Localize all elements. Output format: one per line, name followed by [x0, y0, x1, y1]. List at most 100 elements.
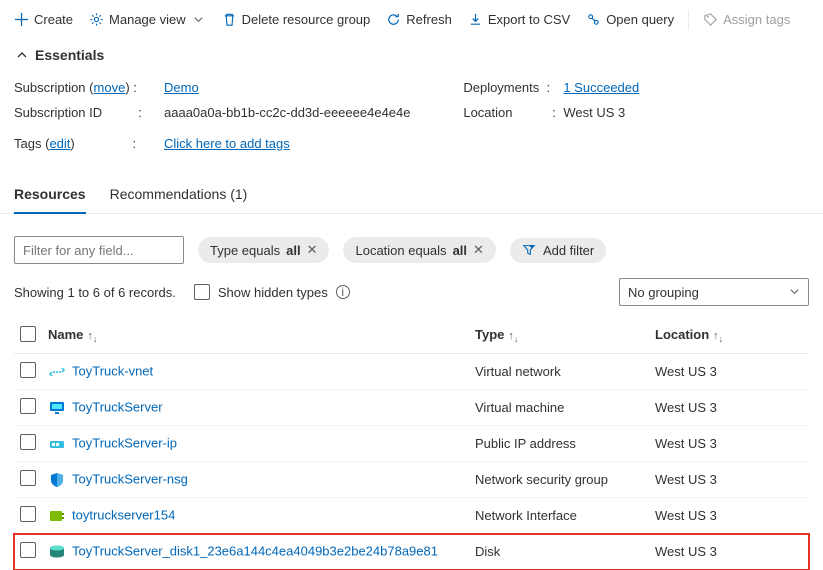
create-label: Create [34, 12, 73, 27]
command-bar: Create Manage view Delete resource group… [0, 0, 823, 39]
refresh-label: Refresh [406, 12, 452, 27]
row-checkbox[interactable] [20, 398, 36, 414]
open-query-button[interactable]: Open query [584, 8, 676, 31]
resource-location-cell: West US 3 [649, 534, 809, 570]
table-row: ToyTruckServer-ip Public IP addressWest U… [14, 426, 809, 462]
sort-icon: ↑↓ [87, 330, 97, 342]
resource-location-cell: West US 3 [649, 390, 809, 426]
open-query-label: Open query [606, 12, 674, 27]
resource-name-link[interactable]: ToyTruckServer [72, 399, 163, 414]
refresh-icon [386, 12, 401, 27]
subscription-move-link[interactable]: move [94, 80, 126, 95]
gear-icon [89, 12, 104, 27]
table-row: ToyTruckServer-nsg Network security group… [14, 462, 809, 498]
chevron-down-icon [191, 12, 206, 27]
trash-icon [222, 12, 237, 27]
resource-name-link[interactable]: toytruckserver154 [72, 507, 175, 522]
tag-icon [703, 12, 718, 27]
add-filter-button[interactable]: Add filter [510, 238, 606, 263]
resource-type-cell: Virtual network [469, 354, 649, 390]
filter-field-input[interactable] [14, 236, 184, 264]
location-label: Location [463, 105, 512, 120]
toolbar-separator [688, 10, 689, 30]
row-checkbox[interactable] [20, 506, 36, 522]
query-icon [586, 12, 601, 27]
filter-type-label: Type equals [210, 243, 280, 258]
filter-icon [522, 243, 537, 258]
resource-name-link[interactable]: ToyTruckServer_disk1_23e6a144c4ea4049b3e… [72, 543, 438, 558]
subscription-link[interactable]: Demo [164, 80, 199, 95]
chevron-up-icon [14, 48, 29, 63]
grouping-dropdown[interactable]: No grouping [619, 278, 809, 306]
resource-icon [48, 543, 66, 561]
subscription-label: Subscription [14, 80, 86, 95]
show-hidden-label: Show hidden types [218, 285, 328, 300]
table-row: ToyTruck-vnet Virtual networkWest US 3 [14, 354, 809, 390]
delete-resource-group-button[interactable]: Delete resource group [220, 8, 373, 31]
resource-location-cell: West US 3 [649, 498, 809, 534]
column-header-name[interactable]: Name↑↓ [42, 318, 469, 354]
info-icon[interactable]: i [336, 285, 350, 299]
close-icon[interactable]: ✕ [307, 242, 318, 258]
resource-name-link[interactable]: ToyTruckServer-nsg [72, 471, 188, 486]
export-csv-button[interactable]: Export to CSV [466, 8, 572, 31]
table-row: ToyTruckServer Virtual machineWest US 3 [14, 390, 809, 426]
resource-location-cell: West US 3 [649, 462, 809, 498]
resource-type-cell: Network Interface [469, 498, 649, 534]
resource-type-cell: Public IP address [469, 426, 649, 462]
tab-strip: Resources Recommendations (1) [0, 166, 823, 214]
row-checkbox[interactable] [20, 470, 36, 486]
sort-icon: ↑↓ [508, 330, 518, 342]
resource-name-link[interactable]: ToyTruck-vnet [72, 363, 153, 378]
delete-label: Delete resource group [242, 12, 371, 27]
manage-view-label: Manage view [109, 12, 186, 27]
table-row: ToyTruckServer_disk1_23e6a144c4ea4049b3e… [14, 534, 809, 570]
tab-recommendations[interactable]: Recommendations (1) [110, 186, 248, 213]
location-value: West US 3 [563, 105, 625, 120]
close-icon[interactable]: ✕ [473, 242, 484, 258]
export-label: Export to CSV [488, 12, 570, 27]
create-button[interactable]: Create [12, 8, 75, 31]
add-tags-link[interactable]: Click here to add tags [164, 136, 290, 151]
table-row: toytruckserver154 Network InterfaceWest U… [14, 498, 809, 534]
row-checkbox[interactable] [20, 362, 36, 378]
tags-label: Tags [14, 136, 41, 151]
subscription-id-value: aaaa0a0a-bb1b-cc2c-dd3d-eeeeee4e4e4e [164, 105, 411, 120]
resource-name-link[interactable]: ToyTruckServer-ip [72, 435, 177, 450]
assign-tags-button: Assign tags [701, 8, 792, 31]
filter-pill-location[interactable]: Location equals all ✕ [343, 237, 495, 263]
tab-resources[interactable]: Resources [14, 186, 86, 214]
essentials-toggle[interactable]: Essentials [0, 39, 823, 71]
list-info-bar: Showing 1 to 6 of 6 records. Show hidden… [0, 276, 823, 318]
chevron-down-icon [789, 285, 800, 300]
column-header-type[interactable]: Type↑↓ [469, 318, 649, 354]
refresh-button[interactable]: Refresh [384, 8, 454, 31]
tags-edit-link[interactable]: edit [49, 136, 70, 151]
show-hidden-checkbox[interactable] [194, 284, 210, 300]
add-filter-label: Add filter [543, 243, 594, 258]
plus-icon [14, 12, 29, 27]
row-checkbox[interactable] [20, 434, 36, 450]
select-all-checkbox[interactable] [20, 326, 36, 342]
essentials-heading: Essentials [35, 47, 104, 63]
filter-location-value: all [453, 243, 467, 258]
row-checkbox[interactable] [20, 542, 36, 558]
deployments-link[interactable]: 1 Succeeded [563, 80, 639, 95]
grouping-value: No grouping [628, 285, 699, 300]
deployments-label: Deployments [463, 80, 539, 95]
resource-type-cell: Network security group [469, 462, 649, 498]
column-header-location[interactable]: Location↑↓ [649, 318, 809, 354]
sort-icon: ↑↓ [713, 330, 723, 342]
essentials-panel: Subscription (move) : Demo Subscription … [0, 71, 823, 166]
resource-icon [48, 399, 66, 417]
filter-location-label: Location equals [355, 243, 446, 258]
filter-pill-type[interactable]: Type equals all ✕ [198, 237, 329, 263]
subscription-id-label: Subscription ID [14, 105, 102, 120]
resource-type-cell: Virtual machine [469, 390, 649, 426]
resource-location-cell: West US 3 [649, 426, 809, 462]
resource-icon [48, 507, 66, 525]
resources-table: Name↑↓ Type↑↓ Location↑↓ ToyTruck-vnet Vi… [14, 318, 809, 570]
manage-view-button[interactable]: Manage view [87, 8, 208, 31]
resource-location-cell: West US 3 [649, 354, 809, 390]
resource-icon [48, 471, 66, 489]
